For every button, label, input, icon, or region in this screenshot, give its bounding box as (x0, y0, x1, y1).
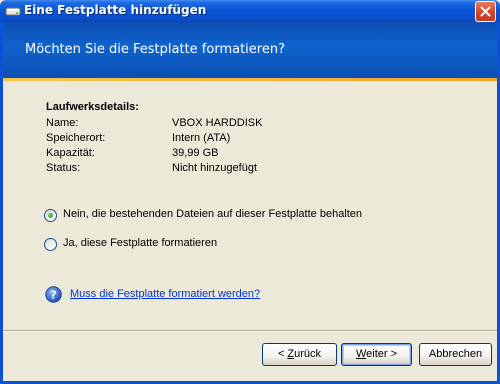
close-button[interactable] (475, 1, 496, 22)
next-accelerator: W (355, 348, 367, 360)
keep-files-label[interactable]: Nein, die bestehenden Dateien auf dieser… (63, 208, 362, 220)
wizard-heading: Möchten Sie die Festplatte formatieren? (25, 42, 285, 57)
dialog-window: Eine Festplatte hinzufügen Möchten Sie d… (0, 0, 500, 384)
back-prefix: < (277, 348, 288, 360)
next-label-rest: eiter > (366, 348, 398, 360)
detail-value: VBOX HARDDISK (172, 117, 263, 129)
next-button[interactable]: Weiter > (341, 343, 412, 366)
svg-text:?: ? (50, 289, 56, 302)
detail-row-name: Name: VBOX HARDDISK (46, 117, 262, 129)
detail-value: Nicht hinzugefügt (172, 162, 257, 174)
cancel-button[interactable]: Abbrechen (419, 343, 492, 366)
detail-label: Status: (46, 162, 81, 174)
format-help-link[interactable]: Muss die Festplatte formatiert werden? (70, 288, 260, 300)
window-title: Eine Festplatte hinzufügen (24, 3, 207, 17)
back-label-rest: urück (294, 348, 322, 360)
keep-files-radio[interactable] (44, 209, 57, 222)
format-disk-radio[interactable] (44, 238, 57, 251)
detail-row-capacity: Kapazität: 39,99 GB (46, 147, 218, 159)
back-button[interactable]: < Zurück (262, 343, 337, 366)
close-icon (480, 6, 491, 17)
detail-value: Intern (ATA) (172, 132, 231, 144)
help-icon[interactable]: ? (45, 286, 62, 303)
detail-value: 39,99 GB (172, 147, 219, 159)
title-bar[interactable]: Eine Festplatte hinzufügen (0, 0, 500, 22)
hard-disk-icon (5, 7, 21, 16)
detail-label: Speicherort: (46, 132, 106, 144)
detail-row-status: Status: Nicht hinzugefügt (46, 162, 257, 174)
detail-row-location: Speicherort: Intern (ATA) (46, 132, 230, 144)
drive-details-heading: Laufwerksdetails: (46, 101, 139, 113)
wizard-header: Möchten Sie die Festplatte formatieren? (3, 22, 497, 78)
wizard-content: Laufwerksdetails: Name: VBOX HARDDISK Sp… (3, 81, 497, 330)
detail-label: Name: (46, 117, 79, 129)
format-disk-label[interactable]: Ja, diese Festplatte formatieren (63, 237, 217, 249)
detail-label: Kapazität: (46, 147, 95, 159)
footer-separator (3, 330, 497, 332)
